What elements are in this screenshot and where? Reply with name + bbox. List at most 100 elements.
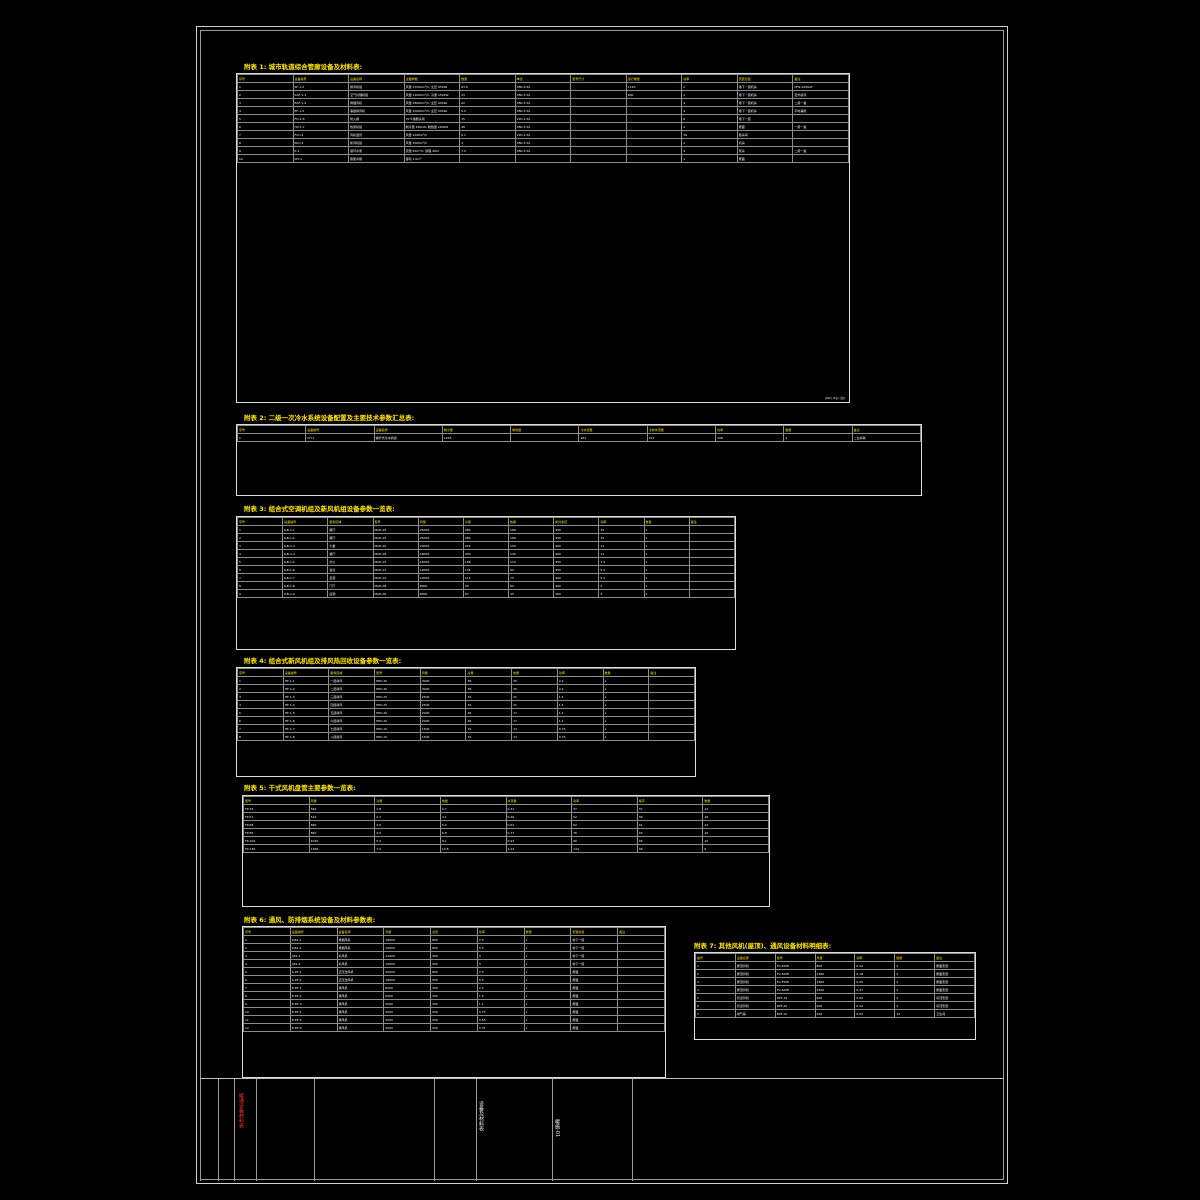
table-cell [617,983,665,992]
appendix2-table: 序号 设备编号 设备名称 制冷量 制热量 冷水流量 冷却水流量 功率 数量 备注 1 CH-1 螺杆式冷… [236,424,922,496]
table-cell: 防火阀 [348,114,405,123]
sheet-number: 暖施-01 [554,1119,560,1138]
table-cell: 吊顶安装 [934,1001,975,1010]
table-row: 1 P-B1-1 排烟风机 18000 650 7.5 1 地下一层 [243,935,665,944]
table-cell: 25 [511,684,558,693]
table-cell: 4 [681,98,738,107]
table-cell: FV-300E [774,969,816,978]
header-cell: 服务区域 [327,517,374,526]
table-cell: 12 [702,804,769,813]
table-cell: 9 [237,146,294,155]
table-row: 1 屋顶风机 FV-250E 800 0.12 2 屋面安装 [695,961,975,970]
table-cell [617,999,665,1008]
table-cell: K-B-1-7 [282,573,329,582]
table-cell: 280 [462,533,510,542]
table-cell: 18 [702,812,769,821]
table-cell: 一用一备 [792,122,849,131]
table-cell: 3 [598,589,645,598]
table-cell: 地下一层 [570,943,619,952]
table-cell: HRV-25 [374,692,421,701]
table-cell: 5000 [383,999,432,1008]
header-cell: 数量 [602,668,650,677]
table-cell: 地下一层 [736,114,794,123]
table-cell: K-B-1-8 [282,581,329,590]
table-cell: 48 [459,122,516,131]
table-row: 2 屋顶风机 FV-300E 1200 0.18 2 屋面安装 [695,969,975,978]
table-cell: 排风机 [336,1015,385,1024]
table-cell: 流量 50m³/h, 扬程 28m [403,146,461,155]
table-cell: 15 [598,533,645,542]
table-cell: 室外新风 [792,90,849,99]
header-cell: 设备名称 [734,953,776,962]
table-row: 9 K-B-1-9 后勤 MAH-06 6000 67 45 300 3 1 [237,589,735,598]
table-cell: 1 [523,951,572,960]
table-cell: 20000 [417,541,464,550]
table-cell: 屋面 [570,1015,619,1024]
table-cell: 198 [715,433,785,442]
table-cell: 8 [243,991,291,1000]
header-cell: 运行重量 [625,74,683,83]
table-cell: 屋面 [570,967,619,976]
table-cell: 6 [702,844,769,853]
table-cell: 1.5 [556,700,604,709]
table-cell: K-B-1-6 [282,565,329,574]
table-cell: 后勤 [327,589,374,598]
table-cell: HF-1-8 [282,732,330,741]
table-cell: 1 [643,533,690,542]
header-cell: 备注 [934,953,975,962]
table-cell: 展厅 [327,525,374,534]
table-cell: 134 [462,565,510,574]
table-cell: 4 [237,106,294,115]
table-cell: E-RF-5 [289,1015,338,1024]
table-cell [625,130,683,139]
table-cell: CH-1 [305,433,375,442]
header-cell: 备注 [851,425,921,434]
table-row: FP-51 510 2.7 4.1 0.46 52 39 18 [243,812,769,821]
table-cell: 37 [636,804,704,813]
table-cell: 110 [508,557,555,566]
table-cell: 办公 [327,557,374,566]
table-cell: 1 [523,991,572,1000]
table-cell [648,676,695,685]
header-cell: 型号 [372,517,419,526]
table-cell: 二用一备 [792,146,849,155]
table-cell: 1.8 [374,804,441,813]
table-cell: 排风机 [336,991,385,1000]
table-cell: S-RF-1 [289,967,338,976]
table-cell: 2 [695,969,736,978]
table-cell [617,943,665,952]
table-cell: 21 [511,700,558,709]
table-row: FP-34 340 1.8 2.7 0.31 37 37 12 [243,804,769,813]
table-cell: 排气扇 [734,1009,776,1018]
table-row: 4 J-B1-2 补风机 10000 400 3 1 地下一层 [243,959,665,968]
table-cell: 7.5 [476,967,525,976]
table-cell: 风量 18000m³/h, 全压 600Pa [403,98,461,107]
table-cell [792,154,849,163]
table-cell: 10 [702,836,769,845]
table-cell: 12 [894,1009,936,1018]
header-cell: 设备编号 [305,425,375,434]
table-cell: 空气处理机组 [348,90,405,99]
table-cell: 2 [681,122,738,131]
table-cell: 220-1-50 [514,130,572,139]
table-cell: HF-1-3 [282,692,330,701]
table-cell: 1 [643,565,690,574]
table-cell: EF-1-5 [292,106,350,115]
table-cell: 510 [308,812,376,821]
header-cell: 安装位置 [570,927,619,936]
table-cell: 11 [243,1015,291,1024]
table-cell: HRV-30 [374,676,421,685]
header-cell: 水流量 [505,796,573,805]
table-cell: 1.1 [556,708,604,717]
table-cell: 0.55 [476,1015,525,1024]
table-row: 7 K-B-1-7 走廊 MAH-10 10000 112 75 300 5.5 1 [237,573,735,582]
table-row: 4 屋顶风机 FV-400E 2500 0.37 2 屋面安装 [695,985,975,994]
table-cell: 67 [462,589,510,598]
table-cell [625,114,683,123]
table-cell: 热泵机组 [348,122,405,131]
table-cell: 300 [430,991,478,1000]
table-row: 7 排气扇 BPT-10 200 0.03 12 卫生间 [695,1009,975,1018]
table-row: 10 WT-1 膨胀水箱 容积 1.0m³ 1 屋面 [237,154,849,163]
appendix3-title: 附表 3: 组合式空调机组及新风机组设备参数一览表: [244,505,395,513]
header-cell: 数量 [783,425,853,434]
